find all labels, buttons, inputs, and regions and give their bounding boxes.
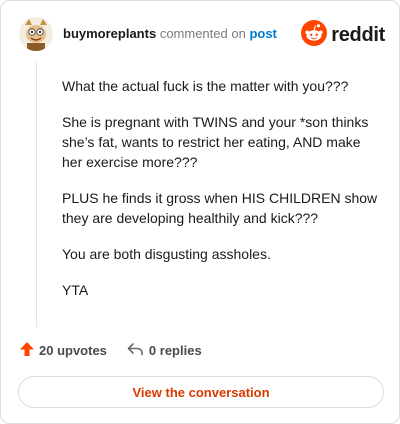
comment-paragraph: She is pregnant with TWINS and your *son… [62, 114, 369, 170]
brand-name: reddit [331, 24, 385, 46]
comment-body: What the actual fuck is the matter with … [62, 76, 384, 316]
view-conversation-button[interactable]: View the conversation [18, 376, 384, 408]
comment-header: buymoreplants commented on post reddit [19, 17, 385, 51]
upvotes-count: 20 upvotes [39, 343, 107, 358]
reply-arrow-icon [127, 341, 149, 360]
upvote-arrow-icon [19, 341, 39, 360]
comment-actions: 20 upvotes 0 replies [19, 341, 222, 360]
upvotes-button[interactable]: 20 upvotes [19, 341, 107, 360]
comment-paragraph: What the actual fuck is the matter with … [62, 78, 349, 94]
comment-meta: buymoreplants commented on post [63, 25, 277, 43]
action-text: commented on [159, 26, 246, 41]
username[interactable]: buymoreplants [63, 26, 156, 41]
reddit-snoo-icon [301, 20, 328, 51]
avatar[interactable] [19, 17, 53, 51]
comment-paragraph: PLUS he finds it gross when HIS CHILDREN… [62, 190, 378, 226]
reddit-logo[interactable]: reddit [301, 20, 385, 51]
comment-paragraph: YTA [62, 282, 89, 298]
post-link[interactable]: post [249, 26, 276, 41]
replies-count: 0 replies [148, 343, 202, 358]
comment-embed-card: buymoreplants commented on post reddit W… [0, 0, 400, 424]
replies-button[interactable]: 0 replies [127, 341, 202, 360]
comment-paragraph: You are both disgusting assholes. [62, 246, 271, 262]
thread-line [36, 61, 37, 327]
